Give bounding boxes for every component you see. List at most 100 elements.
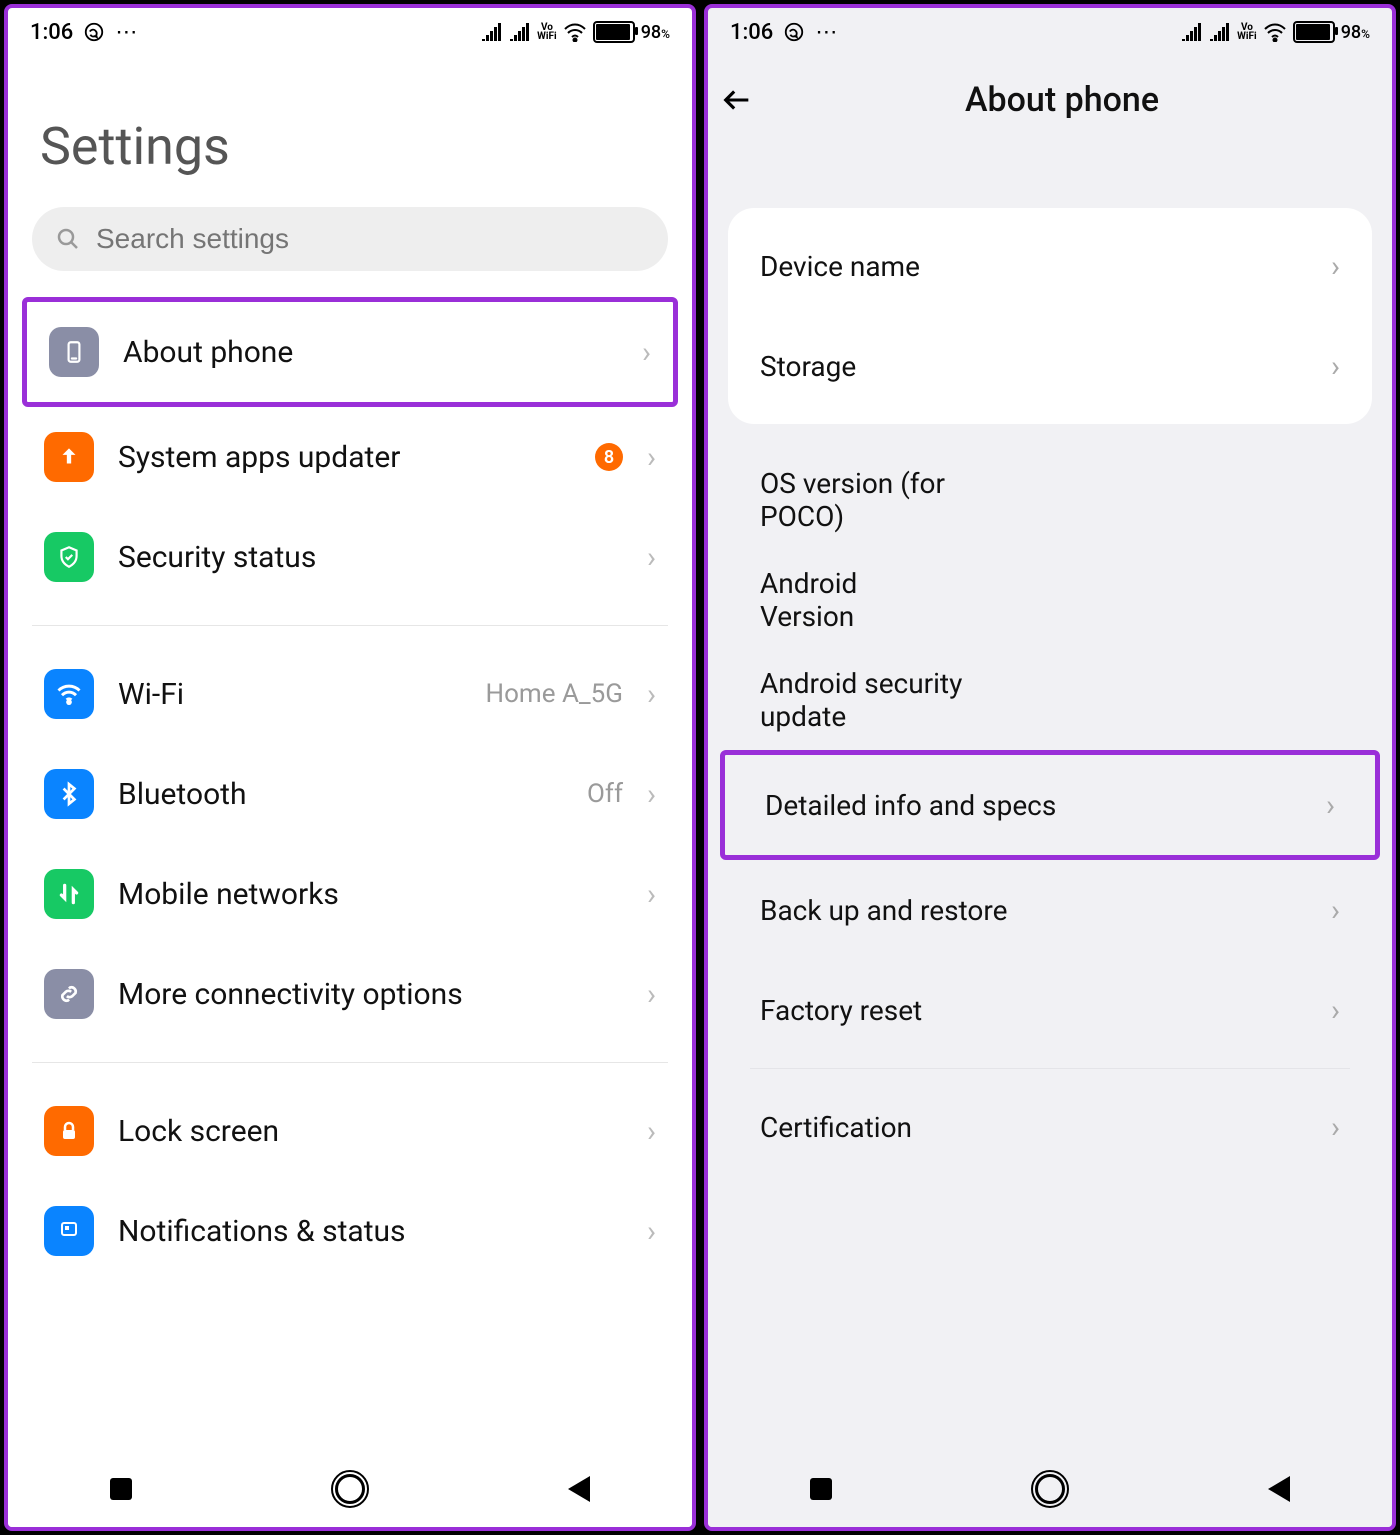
clock: 1:06 — [30, 20, 73, 45]
item-security-update[interactable]: Android security update — [728, 650, 1372, 750]
lock-icon — [44, 1106, 94, 1156]
row-value: Home A_5G — [486, 679, 623, 709]
item-wifi[interactable]: Wi-Fi Home A_5G › — [32, 644, 668, 744]
row-label: OS version (for POCO) — [760, 467, 1020, 533]
row-label: Mobile networks — [118, 877, 623, 912]
shield-icon — [44, 532, 94, 582]
row-label: Detailed info and specs — [765, 789, 1312, 822]
item-os-version[interactable]: OS version (for POCO) — [728, 450, 1372, 550]
row-label: Wi-Fi — [118, 677, 462, 712]
row-label: Lock screen — [118, 1114, 623, 1149]
arrows-icon — [44, 869, 94, 919]
clock: 1:06 — [730, 20, 773, 45]
item-lock-screen[interactable]: Lock screen › — [32, 1081, 668, 1181]
row-label: Storage — [760, 350, 1317, 383]
signal-icon-2 — [1209, 23, 1231, 41]
row-label: System apps updater — [118, 440, 571, 475]
arrow-up-icon — [44, 432, 94, 482]
chevron-right-icon: › — [647, 977, 656, 1012]
more-notifications-icon: ⋯ — [815, 20, 838, 45]
item-storage[interactable]: Storage › — [728, 316, 1372, 416]
row-label: Android Version — [760, 567, 940, 633]
chevron-right-icon: › — [647, 440, 656, 475]
chevron-right-icon: › — [642, 335, 651, 370]
item-security-status[interactable]: Security status › — [32, 507, 668, 607]
item-factory-reset[interactable]: Factory reset › — [728, 960, 1372, 1060]
status-bar: 1:06 ⋯ VoWiFi 98% — [708, 8, 1392, 56]
header: About phone — [708, 56, 1392, 144]
item-android-version[interactable]: Android Version — [728, 550, 1372, 650]
wifi-status-icon — [563, 22, 587, 42]
phone-icon — [49, 327, 99, 377]
page-title: About phone — [794, 80, 1330, 120]
signal-icon — [481, 23, 503, 41]
row-label: Back up and restore — [760, 894, 1317, 927]
row-label: More connectivity options — [118, 977, 623, 1012]
item-device-name[interactable]: Device name › — [728, 216, 1372, 316]
nav-back[interactable] — [1268, 1476, 1290, 1502]
item-system-apps-updater[interactable]: System apps updater 8 › — [32, 407, 668, 507]
item-detailed-info[interactable]: Detailed info and specs › — [720, 750, 1380, 860]
page-title: Settings — [40, 116, 660, 177]
chevron-right-icon: › — [647, 540, 656, 575]
item-notifications[interactable]: Notifications & status › — [32, 1181, 668, 1281]
nav-bar — [8, 1451, 692, 1527]
row-label: About phone — [123, 335, 618, 370]
item-mobile-networks[interactable]: Mobile networks › — [32, 844, 668, 944]
battery-percent: 98% — [641, 22, 670, 43]
chevron-right-icon: › — [1331, 349, 1340, 384]
row-label: Factory reset — [760, 994, 1317, 1027]
wifi-icon — [44, 669, 94, 719]
status-bar: 1:06 ⋯ VoWiFi 98% — [8, 8, 692, 56]
vowifi-icon: VoWiFi — [537, 23, 557, 41]
wifi-status-icon — [1263, 22, 1287, 42]
device-card: Device name › Storage › — [728, 208, 1372, 424]
search-bar[interactable] — [32, 207, 668, 271]
about-phone-screen: 1:06 ⋯ VoWiFi 98% About phone Device nam… — [704, 4, 1396, 1531]
item-more-connectivity[interactable]: More connectivity options › — [32, 944, 668, 1044]
nav-home[interactable] — [1035, 1474, 1065, 1504]
battery-icon — [593, 21, 635, 43]
chevron-right-icon: › — [647, 1214, 656, 1249]
item-bluetooth[interactable]: Bluetooth Off › — [32, 744, 668, 844]
chevron-right-icon: › — [647, 877, 656, 912]
battery-icon — [1293, 21, 1335, 43]
bluetooth-icon — [44, 769, 94, 819]
chevron-right-icon: › — [1331, 993, 1340, 1028]
search-input[interactable] — [94, 222, 644, 256]
chevron-right-icon: › — [647, 777, 656, 812]
row-value: Off — [587, 779, 623, 809]
item-about-phone[interactable]: About phone › — [22, 297, 678, 407]
battery-percent: 98% — [1341, 22, 1370, 43]
divider — [32, 625, 668, 626]
vowifi-icon: VoWiFi — [1237, 23, 1257, 41]
link-icon — [44, 969, 94, 1019]
item-certification[interactable]: Certification › — [728, 1077, 1372, 1177]
nav-back[interactable] — [568, 1476, 590, 1502]
row-label: Android security update — [760, 667, 1040, 733]
back-icon[interactable] — [720, 83, 754, 117]
settings-screen: 1:06 ⋯ VoWiFi 98% Settings — [4, 4, 696, 1531]
more-notifications-icon: ⋯ — [115, 20, 138, 45]
row-label: Notifications & status — [118, 1214, 623, 1249]
update-badge: 8 — [595, 443, 623, 471]
row-label: Certification — [760, 1111, 1317, 1144]
signal-icon-2 — [509, 23, 531, 41]
nav-home[interactable] — [335, 1474, 365, 1504]
row-label: Device name — [760, 250, 1317, 283]
bell-icon — [44, 1206, 94, 1256]
nav-recents[interactable] — [810, 1478, 832, 1500]
nav-recents[interactable] — [110, 1478, 132, 1500]
signal-icon — [1181, 23, 1203, 41]
chevron-right-icon: › — [1331, 893, 1340, 928]
chevron-right-icon: › — [1331, 249, 1340, 284]
chevron-right-icon: › — [1331, 1110, 1340, 1145]
whatsapp-icon — [783, 21, 805, 43]
item-backup-restore[interactable]: Back up and restore › — [728, 860, 1372, 960]
whatsapp-icon — [83, 21, 105, 43]
nav-bar — [708, 1451, 1392, 1527]
chevron-right-icon: › — [647, 677, 656, 712]
search-icon — [56, 227, 80, 251]
divider — [750, 1068, 1350, 1069]
divider — [32, 1062, 668, 1063]
